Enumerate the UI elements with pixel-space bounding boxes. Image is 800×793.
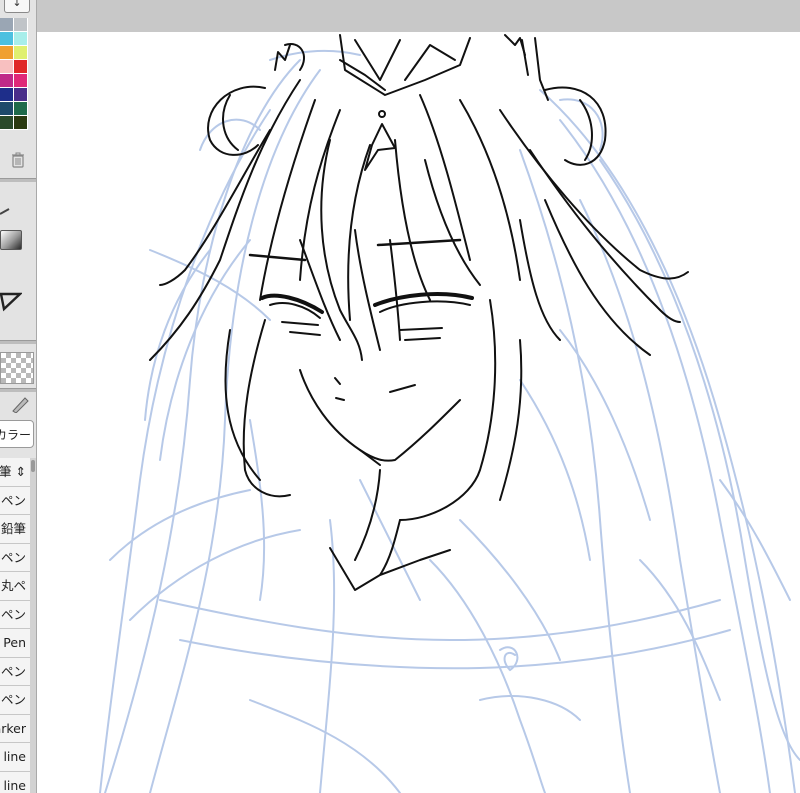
pen-icon[interactable] [10, 395, 30, 413]
color-swatch[interactable] [0, 46, 14, 60]
gradient-tool-icon[interactable] [0, 230, 22, 250]
panel-divider [0, 388, 36, 392]
ink-layer [149, 34, 689, 591]
color-swatch[interactable] [14, 32, 28, 46]
color-swatch[interactable] [0, 18, 14, 32]
down-arrow-icon: ↓ [12, 0, 22, 9]
brush-name: 丸ペ [0, 578, 26, 593]
brush-name: ペン [0, 549, 26, 565]
panel-divider [0, 178, 36, 182]
brush-list-item[interactable]: ペン [0, 600, 30, 629]
brush-name: ペン [0, 692, 26, 707]
sketch-layer [99, 49, 800, 793]
brush-name: ペン [0, 606, 26, 622]
brush-name: ペン [0, 663, 26, 679]
brush-list: 筆 ⇕ペン鉛筆ペン丸ペペンPenペンペンMarkerlineline [0, 458, 30, 793]
color-swatch[interactable] [0, 102, 14, 116]
brush-list-item[interactable]: ペン [0, 686, 30, 715]
color-swatch[interactable] [0, 32, 14, 46]
brush-list-item[interactable]: line [0, 771, 30, 793]
brush-list-item[interactable]: 丸ペ [0, 572, 30, 601]
panel-divider [0, 340, 36, 344]
brush-list-item[interactable]: Pen [0, 629, 30, 658]
brush-list-item[interactable]: 筆 ⇕ [0, 458, 30, 487]
tab-color-label: カラー [0, 428, 32, 442]
color-swatch[interactable] [14, 116, 28, 130]
brush-name: 鉛筆 [0, 521, 26, 536]
canvas-top-bar [37, 0, 800, 32]
tool-panel: ↓ カラー 筆 ⇕ペン鉛筆ペン丸ペペンPenペンペンMarkerlineline [0, 0, 37, 793]
pen-nib-icon [0, 208, 10, 215]
color-swatch[interactable] [0, 74, 14, 88]
color-swatch[interactable] [14, 46, 28, 60]
scroll-down-button[interactable]: ↓ [4, 0, 30, 13]
color-swatch[interactable] [0, 88, 14, 102]
color-swatch[interactable] [0, 116, 14, 130]
tab-color[interactable]: カラー [0, 420, 34, 448]
brush-name: Pen [3, 635, 26, 650]
artwork [99, 34, 800, 793]
brush-list-item[interactable]: ペン [0, 657, 30, 686]
color-swatch[interactable] [14, 88, 28, 102]
color-swatch[interactable] [14, 60, 28, 74]
brush-list-item[interactable]: 鉛筆 [0, 515, 30, 544]
brush-list-item[interactable]: ペン [0, 486, 30, 515]
brush-name: 筆 ⇕ [0, 464, 26, 479]
transparency-swatch[interactable] [0, 352, 34, 384]
brush-name: line [3, 777, 26, 793]
brush-name: Marker [0, 720, 26, 736]
brush-name: ペン [0, 492, 26, 508]
drawing-canvas[interactable] [37, 32, 800, 793]
brush-list-scrollbar[interactable] [30, 458, 36, 793]
brush-list-item[interactable]: line [0, 743, 30, 772]
color-swatch[interactable] [14, 102, 28, 116]
color-swatch[interactable] [0, 60, 14, 74]
color-palette [0, 18, 28, 130]
color-swatch[interactable] [14, 74, 28, 88]
brush-list-item[interactable]: Marker [0, 714, 30, 743]
scrollbar-thumb[interactable] [31, 460, 35, 472]
brush-list-item[interactable]: ペン [0, 543, 30, 572]
trash-icon[interactable] [11, 152, 25, 168]
ruler-triangle-icon[interactable] [0, 290, 22, 312]
color-swatch[interactable] [14, 18, 28, 32]
brush-name: line [3, 749, 26, 764]
